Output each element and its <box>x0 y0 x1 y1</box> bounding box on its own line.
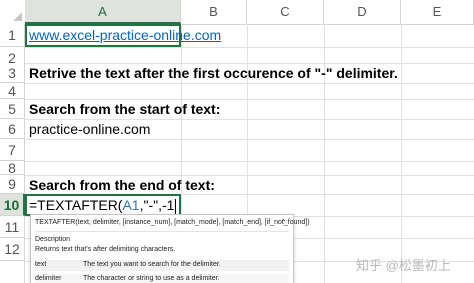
grid-line <box>25 47 474 48</box>
function-tooltip: TEXTAFTER(text, delimiter, [instance_num… <box>30 214 310 283</box>
formula-input[interactable]: =TEXTAFTER(A1,"-",-1 <box>29 194 177 216</box>
formula-prefix: =TEXTAFTER( <box>29 197 123 213</box>
formula-ref: A1 <box>122 197 140 213</box>
tooltip-description-title: Description <box>35 236 71 243</box>
cell-a1-link[interactable]: www.excel-practice-online.com <box>29 25 221 45</box>
row-header-13[interactable] <box>0 261 25 283</box>
grid-line <box>25 161 474 162</box>
param-name: delimiter <box>35 275 62 282</box>
row-header-8[interactable]: 8 <box>0 161 25 175</box>
function-signature[interactable]: TEXTAFTER(text, delimiter, [instance_num… <box>35 219 310 226</box>
select-all-icon <box>13 12 22 21</box>
spreadsheet: A B C D E 1 2 3 4 5 6 7 8 9 10 11 12 www… <box>0 0 474 283</box>
row-header-12[interactable]: 12 <box>0 238 25 261</box>
cell-a5[interactable]: Search from the start of text: <box>29 99 220 119</box>
tooltip-divider <box>35 231 289 232</box>
row-header-1[interactable]: 1 <box>0 24 25 47</box>
row-header-3[interactable]: 3 <box>0 63 25 83</box>
formula-suffix: ,"-",-1 <box>139 197 175 213</box>
text-caret <box>175 198 177 214</box>
column-header-a[interactable]: A <box>25 0 181 24</box>
row-header-10[interactable]: 10 <box>0 194 25 216</box>
row-header-4[interactable]: 4 <box>0 83 25 99</box>
watermark: 知乎 @松墨初上 <box>356 258 451 273</box>
tooltip-description: Returns text that's after delimiting cha… <box>35 246 176 253</box>
row-header-11[interactable]: 11 <box>0 216 25 238</box>
row-header-5[interactable]: 5 <box>0 99 25 119</box>
column-header-e[interactable]: E <box>401 0 474 24</box>
row-header-9[interactable]: 9 <box>0 175 25 194</box>
param-name: text <box>35 261 47 268</box>
column-header-c[interactable]: C <box>247 0 324 24</box>
cell-a3[interactable]: Retrive the text after the first occuren… <box>29 63 398 83</box>
param-description: The character or string to use as a deli… <box>83 275 220 282</box>
column-header-bar: A B C D E <box>0 0 474 25</box>
row-header-6[interactable]: 6 <box>0 119 25 139</box>
row-header-7[interactable]: 7 <box>0 139 25 161</box>
cell-a6[interactable]: practice-online.com <box>29 119 150 139</box>
grid-line <box>25 139 474 140</box>
chevron-up-icon[interactable]: ⌃ <box>280 218 287 227</box>
column-header-b[interactable]: B <box>181 0 247 24</box>
column-header-d[interactable]: D <box>324 0 401 24</box>
param-description: The text you want to search for the deli… <box>83 261 221 268</box>
grid-line <box>25 83 474 84</box>
cell-a9[interactable]: Search from the end of text: <box>29 175 215 195</box>
select-all-corner[interactable] <box>0 0 26 24</box>
